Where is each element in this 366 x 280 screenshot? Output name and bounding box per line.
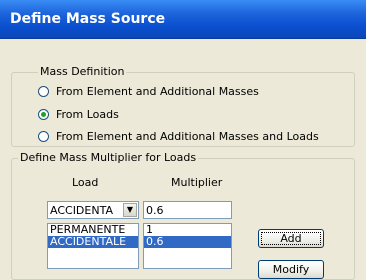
multiplier-input-field[interactable] <box>144 202 231 218</box>
radio-label: From Element and Additional Masses <box>56 84 259 98</box>
load-combo-value: ACCIDENTA <box>50 204 113 217</box>
multiplier-input[interactable] <box>143 201 232 219</box>
chevron-down-icon[interactable]: ▼ <box>123 203 137 217</box>
radio-button-checked[interactable] <box>38 108 49 120</box>
radio-label: From Loads <box>56 107 119 121</box>
load-column-header: Load <box>72 176 99 189</box>
modify-button[interactable]: Modify <box>258 260 324 279</box>
list-item-selected[interactable]: ACCIDENTALE <box>48 236 138 248</box>
title-bar: Define Mass Source <box>0 0 366 39</box>
add-button[interactable]: Add <box>258 229 324 248</box>
multiplier-column-header: Multiplier <box>171 176 223 189</box>
window-title: Define Mass Source <box>10 11 166 27</box>
radio-element-additional-masses-and-loads[interactable]: From Element and Additional Masses and L… <box>38 129 319 143</box>
load-list[interactable]: PERMANENTE ACCIDENTALE <box>47 223 139 269</box>
radio-from-loads[interactable]: From Loads <box>38 107 119 121</box>
dialog-body: Mass Definition From Element and Additio… <box>0 39 366 280</box>
radio-element-additional-masses[interactable]: From Element and Additional Masses <box>38 84 259 98</box>
radio-button[interactable] <box>38 85 49 97</box>
radio-label: From Element and Additional Masses and L… <box>56 129 319 143</box>
mass-definition-legend: Mass Definition <box>38 65 127 78</box>
multiplier-list[interactable]: 1 0.6 <box>143 223 232 269</box>
load-combo[interactable]: ACCIDENTA ▼ <box>47 201 139 219</box>
radio-button[interactable] <box>38 130 49 142</box>
list-item-selected[interactable]: 0.6 <box>144 236 231 248</box>
mass-multiplier-legend: Define Mass Multiplier for Loads <box>18 151 199 164</box>
